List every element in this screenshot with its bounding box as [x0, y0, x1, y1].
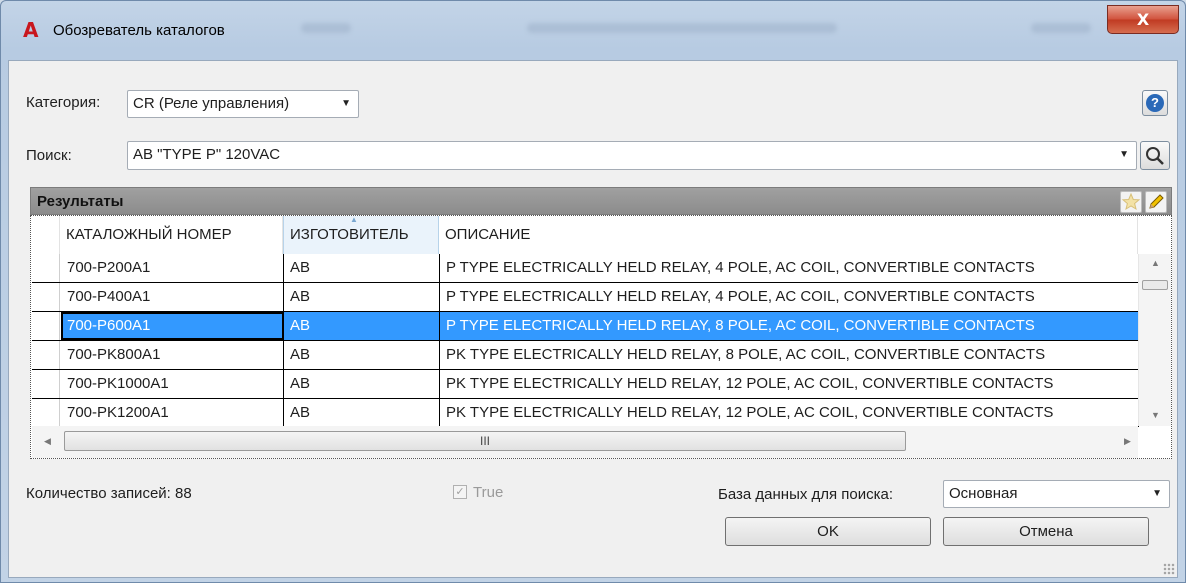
- search-label: Поиск:: [26, 147, 72, 164]
- search-button[interactable]: [1140, 141, 1170, 170]
- cell-manufacturer[interactable]: AB: [284, 254, 440, 282]
- table-row[interactable]: 700-PK1000A1 AB PK TYPE ELECTRICALLY HELD …: [32, 370, 1139, 399]
- row-header-corner: [32, 216, 60, 254]
- row-selector[interactable]: [32, 283, 60, 311]
- column-header-catalog-number[interactable]: КАТАЛОЖНЫЙ НОМЕР: [60, 216, 283, 254]
- row-selector[interactable]: [32, 341, 60, 369]
- row-selector[interactable]: [32, 370, 60, 398]
- horizontal-scrollbar[interactable]: ◀ III ▶: [32, 426, 1138, 458]
- checkbox-label: True: [473, 484, 504, 501]
- true-checkbox[interactable]: ✓: [453, 485, 467, 499]
- column-header-manufacturer[interactable]: ▲ ИЗГОТОВИТЕЛЬ: [283, 216, 439, 254]
- pencil-icon: [1149, 194, 1164, 209]
- cell-description[interactable]: P TYPE ELECTRICALLY HELD RELAY, 8 POLE, …: [440, 312, 1139, 340]
- cell-description[interactable]: PK TYPE ELECTRICALLY HELD RELAY, 12 POLE…: [440, 399, 1139, 427]
- title-blur-decoration: [1031, 23, 1091, 33]
- vertical-scrollbar[interactable]: ▲ ▼: [1138, 254, 1171, 426]
- cell-description[interactable]: PK TYPE ELECTRICALLY HELD RELAY, 8 POLE,…: [440, 341, 1139, 369]
- horizontal-scroll-thumb[interactable]: III: [64, 431, 906, 451]
- cell-manufacturer[interactable]: AB: [284, 399, 440, 427]
- scroll-right-arrow-icon[interactable]: ▶: [1124, 436, 1131, 447]
- ok-button[interactable]: OK: [725, 517, 931, 546]
- window-title: Обозреватель каталогов: [53, 22, 225, 39]
- chevron-down-icon: ▼: [341, 98, 351, 109]
- resize-grip-icon[interactable]: [1163, 563, 1175, 575]
- scroll-down-arrow-icon[interactable]: ▼: [1151, 410, 1160, 420]
- scroll-left-arrow-icon[interactable]: ◀: [44, 436, 51, 447]
- cell-catalog-number[interactable]: 700-PK1200A1: [61, 399, 284, 427]
- cell-description[interactable]: PK TYPE ELECTRICALLY HELD RELAY, 12 POLE…: [440, 370, 1139, 398]
- cell-manufacturer[interactable]: AB: [284, 312, 440, 340]
- chevron-down-icon: ▼: [1152, 488, 1162, 499]
- cell-catalog-number[interactable]: 700-PK800A1: [61, 341, 284, 369]
- column-header-manufacturer-label: ИЗГОТОВИТЕЛЬ: [290, 226, 409, 243]
- magnifier-icon: [1146, 147, 1164, 165]
- cell-catalog-number[interactable]: 700-P400A1: [61, 283, 284, 311]
- table-row[interactable]: 700-P200A1 AB P TYPE ELECTRICALLY HELD REL…: [32, 254, 1139, 283]
- cancel-button[interactable]: Отмена: [943, 517, 1149, 546]
- edit-button[interactable]: [1145, 191, 1167, 213]
- results-grid[interactable]: КАТАЛОЖНЫЙ НОМЕР ▲ ИЗГОТОВИТЕЛЬ ОПИСАНИЕ…: [30, 215, 1172, 459]
- table-row[interactable]: 700-P400A1 AB P TYPE ELECTRICALLY HELD REL…: [32, 283, 1139, 312]
- search-value: AB "TYPE P" 120VAC: [133, 146, 281, 163]
- cell-manufacturer[interactable]: AB: [284, 370, 440, 398]
- help-icon: ?: [1146, 94, 1164, 112]
- table-row[interactable]: 700-PK800A1 AB PK TYPE ELECTRICALLY HELD R…: [32, 341, 1139, 370]
- cell-manufacturer[interactable]: AB: [284, 341, 440, 369]
- favorite-button[interactable]: [1120, 191, 1142, 213]
- sort-ascending-icon: ▲: [350, 215, 358, 224]
- cell-manufacturer[interactable]: AB: [284, 283, 440, 311]
- help-button[interactable]: ?: [1142, 90, 1168, 116]
- catalog-browser-window: A Обозреватель каталогов X Категория: CR…: [0, 0, 1186, 583]
- star-icon: [1121, 192, 1141, 211]
- cell-catalog-number[interactable]: 700-P200A1: [61, 254, 284, 282]
- search-database-dropdown[interactable]: Основная ▼: [943, 480, 1170, 508]
- cell-catalog-number[interactable]: 700-P600A1: [61, 312, 284, 340]
- category-value: CR (Реле управления): [133, 95, 290, 112]
- close-button[interactable]: X: [1107, 5, 1179, 34]
- category-dropdown[interactable]: CR (Реле управления) ▼: [127, 90, 359, 118]
- vertical-scroll-thumb[interactable]: [1142, 280, 1168, 290]
- cell-description[interactable]: P TYPE ELECTRICALLY HELD RELAY, 4 POLE, …: [440, 283, 1139, 311]
- table-row[interactable]: 700-PK1200A1 AB PK TYPE ELECTRICALLY HELD …: [32, 399, 1139, 428]
- category-label: Категория:: [26, 94, 101, 111]
- title-blur-decoration: [527, 23, 837, 33]
- row-selector[interactable]: [32, 399, 60, 427]
- column-header-description[interactable]: ОПИСАНИЕ: [439, 216, 1138, 254]
- results-header: Результаты: [30, 187, 1172, 215]
- record-count: Количество записей: 88: [26, 485, 192, 502]
- title-blur-decoration: [301, 23, 351, 33]
- cell-description[interactable]: P TYPE ELECTRICALLY HELD RELAY, 4 POLE, …: [440, 254, 1139, 282]
- search-input[interactable]: AB "TYPE P" 120VAC ▼: [127, 141, 1137, 170]
- dialog-body: Категория: CR (Реле управления) ▼ ? Поис…: [8, 60, 1178, 578]
- search-database-label: База данных для поиска:: [718, 486, 894, 503]
- autocad-logo-icon: A: [23, 18, 39, 42]
- row-selector[interactable]: [32, 254, 60, 282]
- search-database-value: Основная: [949, 485, 1018, 502]
- table-row[interactable]: 700-P600A1 AB P TYPE ELECTRICALLY HELD REL…: [32, 312, 1139, 341]
- row-selector[interactable]: [32, 312, 60, 340]
- cell-catalog-number[interactable]: 700-PK1000A1: [61, 370, 284, 398]
- scroll-up-arrow-icon[interactable]: ▲: [1151, 258, 1160, 268]
- results-title: Результаты: [37, 193, 124, 210]
- title-bar[interactable]: A Обозреватель каталогов X: [1, 1, 1185, 51]
- chevron-down-icon[interactable]: ▼: [1119, 142, 1129, 168]
